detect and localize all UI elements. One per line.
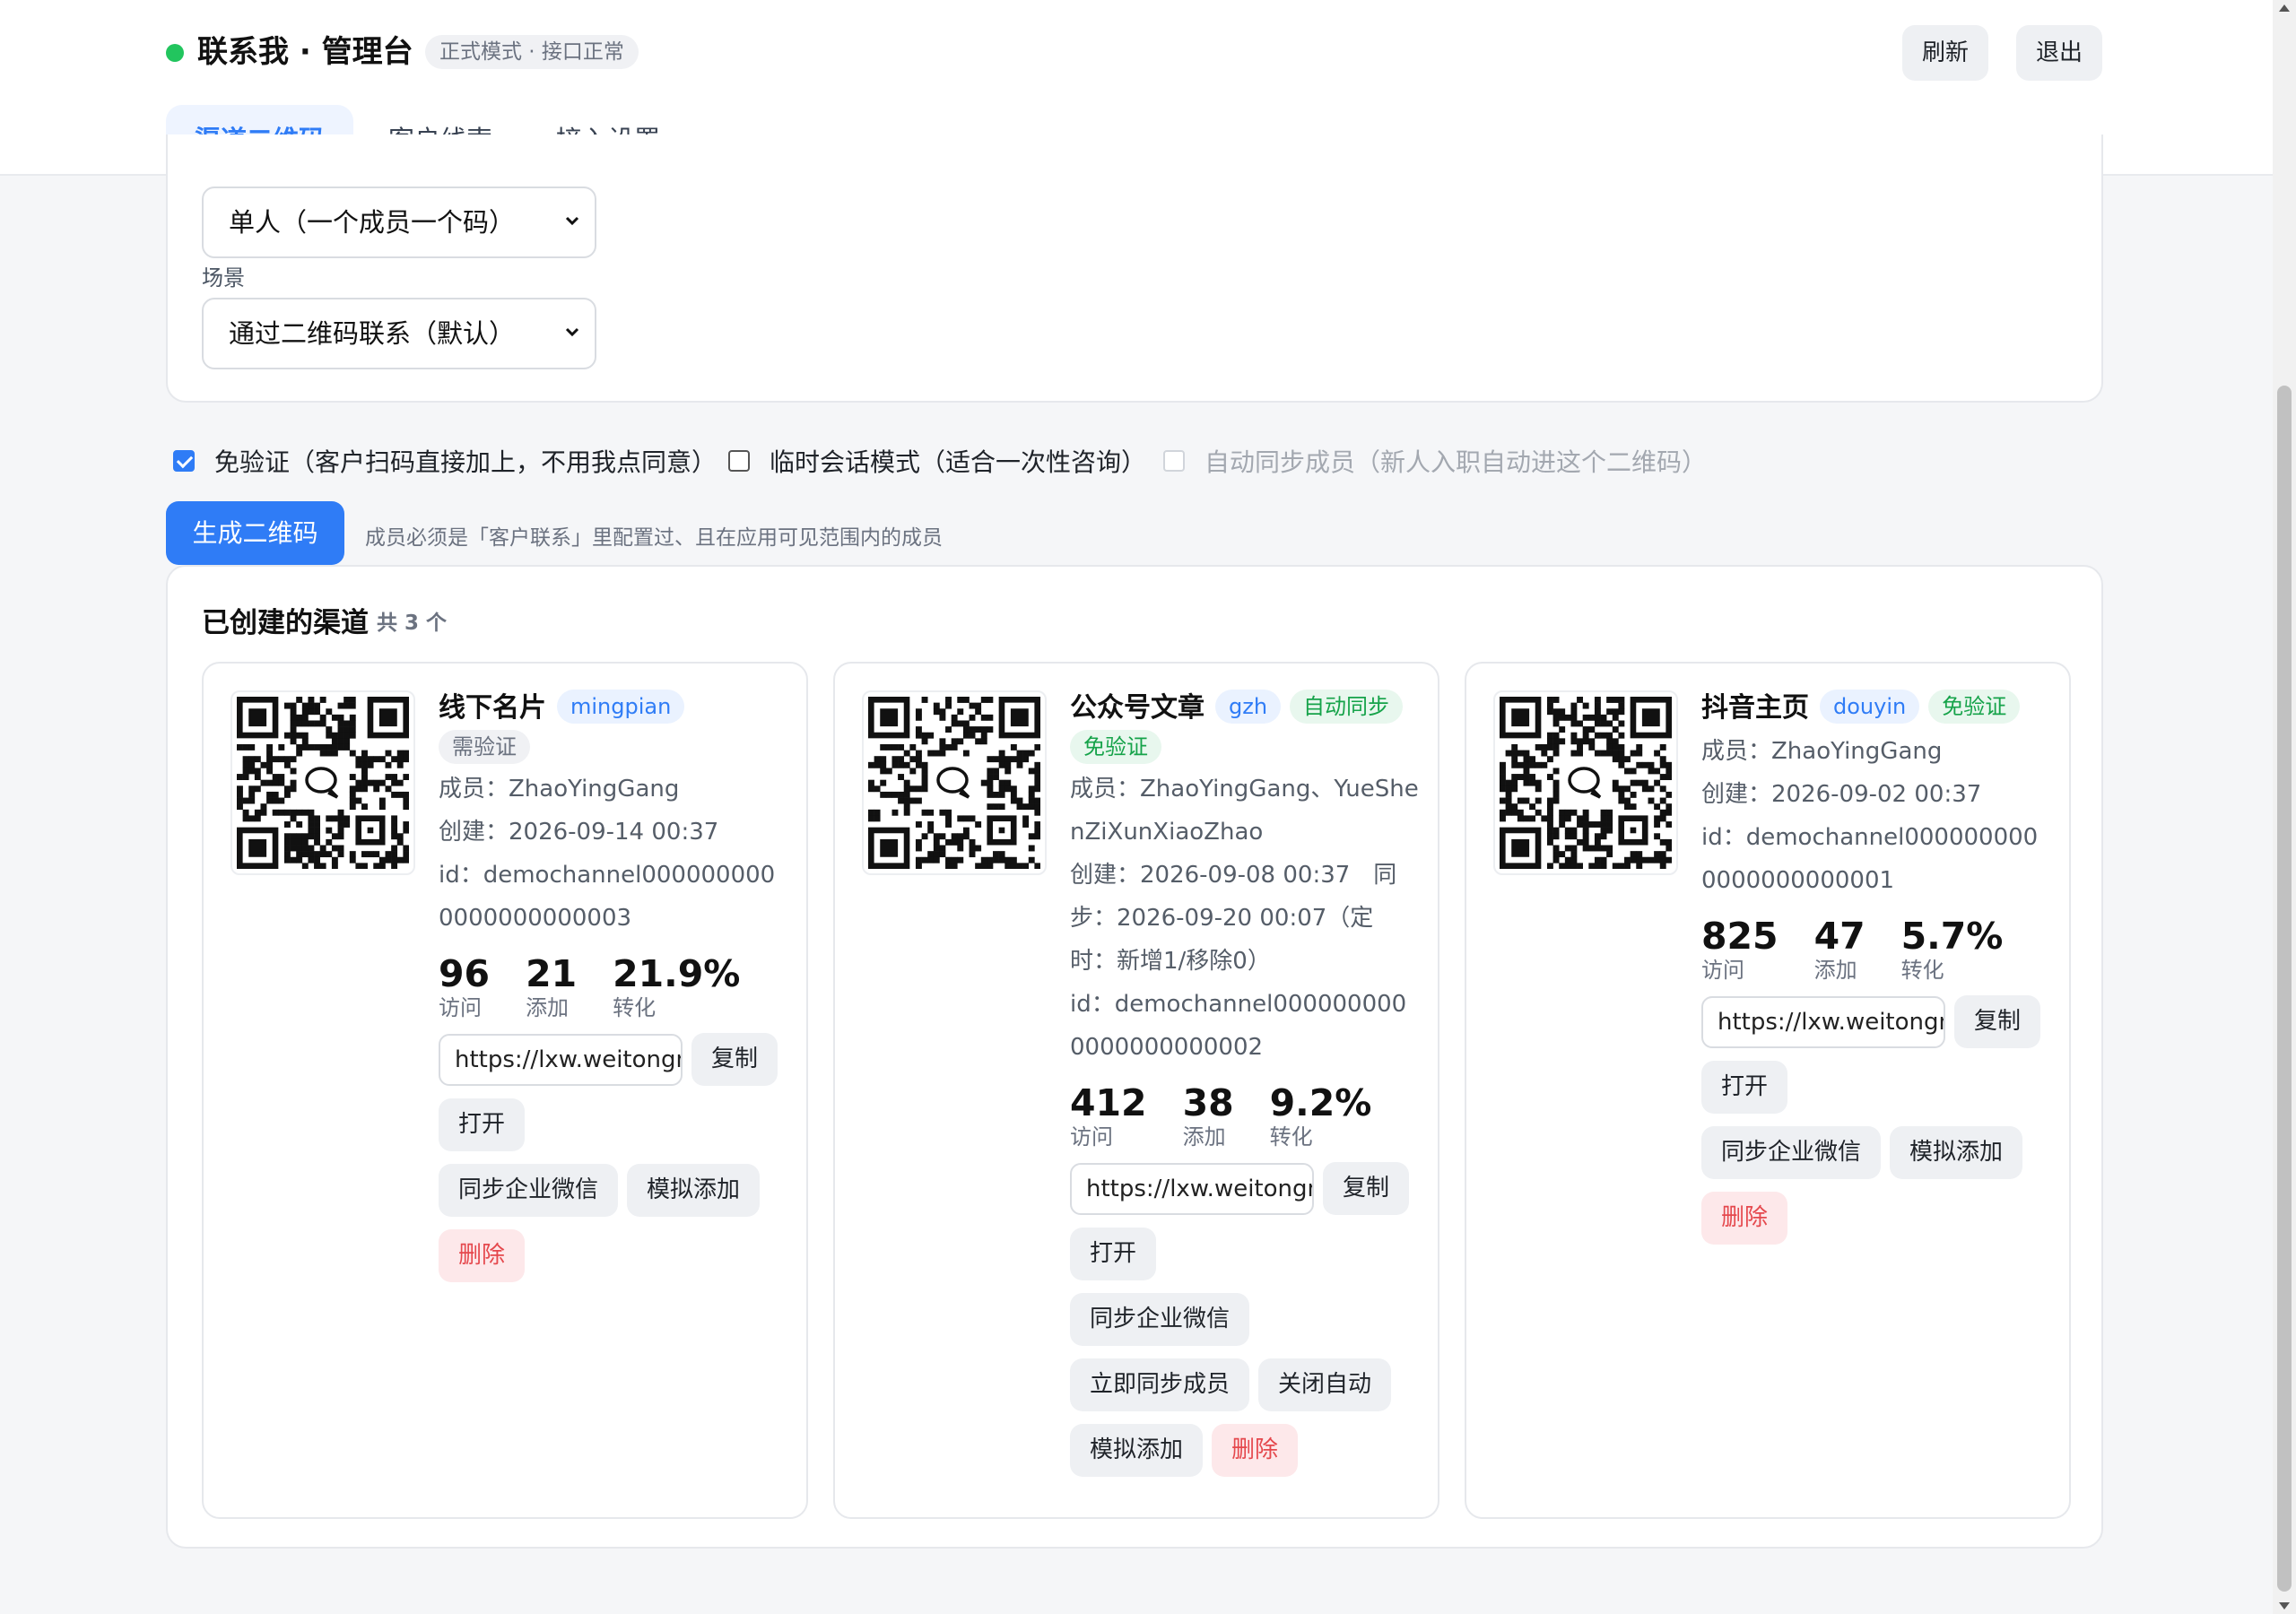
channel-id: id：demochannel0000000000000000000003	[439, 862, 776, 932]
qrcode-image	[862, 690, 1047, 875]
channel-name: 公众号文章	[1070, 692, 1205, 724]
temp-session-checkbox[interactable]	[728, 450, 750, 472]
mode-status-badge: 正式模式 · 接口正常	[425, 35, 639, 69]
temp-session-label: 临时会话模式（适合一次性咨询）	[770, 447, 1147, 477]
stat-visits-label: 访问	[1701, 958, 1744, 983]
channel-members: 成员：ZhaoYingGang	[439, 776, 680, 803]
copy-button[interactable]: 复制	[691, 1033, 778, 1086]
stat-visits: 96	[439, 952, 491, 995]
refresh-button[interactable]: 刷新	[1902, 25, 1989, 81]
scene-value: 通过二维码联系（默认）	[229, 318, 516, 349]
channel-members: 成员：ZhaoYingGang	[1701, 738, 1943, 765]
stat-conversion-label: 转化	[1269, 1124, 1313, 1150]
stat-adds: 21	[526, 952, 578, 995]
channel-card: 抖音主页 douyin 免验证 成员：ZhaoYingGang 创建：2026-…	[1465, 662, 2071, 1519]
chevron-down-icon	[565, 216, 579, 226]
channel-url-field[interactable]: https://lxw.weitongn	[439, 1033, 683, 1086]
admin-app: { "header": { "title": "联系我 · 管理台", "mod…	[0, 0, 2296, 1614]
channel-card: 线下名片 mingpian 需验证 成员：ZhaoYingGang 创建：202…	[202, 662, 808, 1519]
stat-conversion: 5.7%	[1900, 915, 2004, 958]
channel-list-section: 已创建的渠道 共 3 个 线下名片 mingpian 需验证 成员：ZhaoYi…	[166, 565, 2103, 1549]
sync-wecom-button[interactable]: 同步企业微信	[1070, 1293, 1250, 1346]
channel-created: 创建：2026-09-02 00:37	[1701, 781, 1982, 808]
channel-id: id：demochannel0000000000000000000001	[1701, 824, 2039, 894]
generate-hint: 成员必须是「客户联系」里配置过、且在应用可见范围内的成员	[365, 526, 943, 550]
chevron-down-icon	[565, 327, 579, 337]
auto-sync-checkbox	[1163, 450, 1185, 472]
simulate-add-button[interactable]: 模拟添加	[1070, 1424, 1204, 1477]
sync-wecom-button[interactable]: 同步企业微信	[1701, 1126, 1882, 1179]
section-title: 已创建的渠道	[202, 607, 369, 639]
create-channel-form: 单人（一个成员一个码） 场景 通过二维码联系（默认）	[166, 134, 2103, 403]
auto-sync-tag: 自动同步	[1290, 690, 1404, 724]
open-button[interactable]: 打开	[1701, 1061, 1788, 1114]
stat-visits-label: 访问	[439, 995, 482, 1020]
stat-conversion-label: 转化	[1900, 958, 1944, 983]
logout-button[interactable]: 退出	[2016, 25, 2103, 81]
member-type-value: 单人（一个成员一个码）	[229, 207, 516, 238]
stat-conversion: 9.2%	[1269, 1081, 1372, 1124]
stat-visits: 412	[1070, 1081, 1147, 1124]
stat-conversion-label: 转化	[613, 995, 657, 1020]
member-type-select[interactable]: 单人（一个成员一个码）	[202, 187, 596, 258]
channel-name: 线下名片	[439, 692, 546, 724]
page-scrollbar[interactable]	[2273, 0, 2296, 1614]
generate-qrcode-button[interactable]: 生成二维码	[166, 501, 344, 565]
scene-label: 场景	[202, 265, 245, 291]
channel-count: 共 3 个	[377, 612, 448, 635]
channel-url-field[interactable]: https://lxw.weitongn	[1701, 995, 1945, 1048]
scroll-up-arrow-icon[interactable]	[2279, 4, 2290, 12]
app-title: 联系我 · 管理台	[197, 34, 413, 70]
scene-select[interactable]: 通过二维码联系（默认）	[202, 298, 596, 369]
channel-code-tag: douyin	[1820, 690, 1920, 724]
delete-button[interactable]: 删除	[439, 1229, 526, 1282]
channel-members: 成员：ZhaoYingGang、YueShenZiXunXiaoZhao	[1070, 776, 1419, 846]
stat-adds: 47	[1813, 915, 1866, 958]
scroll-down-arrow-icon[interactable]	[2279, 1602, 2290, 1610]
stat-conversion: 21.9%	[613, 952, 741, 995]
option-auto-sync: 自动同步成员（新人入职自动进这个二维码）	[1163, 441, 1707, 481]
qrcode-image	[1493, 690, 1678, 875]
channel-id: id：demochannel0000000000000000000002	[1070, 991, 1407, 1061]
copy-button[interactable]: 复制	[1954, 995, 2041, 1048]
delete-button[interactable]: 删除	[1212, 1424, 1299, 1477]
skip-verify-label: 免验证（客户扫码直接加上，不用我点同意）	[214, 447, 718, 477]
stat-adds-label: 添加	[1813, 958, 1857, 983]
status-dot-icon	[166, 44, 184, 62]
option-skip-verify[interactable]: 免验证（客户扫码直接加上，不用我点同意）	[173, 441, 717, 481]
channel-created: 创建：2026-09-14 00:37	[439, 819, 719, 846]
verify-tag: 免验证	[1070, 730, 1161, 764]
open-button[interactable]: 打开	[439, 1098, 526, 1151]
sync-wecom-button[interactable]: 同步企业微信	[439, 1164, 619, 1217]
scrollbar-thumb[interactable]	[2277, 386, 2292, 1592]
stat-adds: 38	[1182, 1081, 1234, 1124]
stat-visits: 825	[1701, 915, 1779, 958]
skip-verify-checkbox[interactable]	[173, 450, 195, 472]
verify-tag: 需验证	[439, 730, 530, 764]
stat-visits-label: 访问	[1070, 1124, 1113, 1150]
channel-url-field[interactable]: https://lxw.weitongn	[1070, 1162, 1314, 1215]
channel-code-tag: mingpian	[557, 690, 685, 724]
delete-button[interactable]: 删除	[1701, 1192, 1788, 1245]
simulate-add-button[interactable]: 模拟添加	[1890, 1126, 2023, 1179]
stat-adds-label: 添加	[526, 995, 570, 1020]
sync-members-now-button[interactable]: 立即同步成员	[1070, 1358, 1250, 1411]
verify-tag: 免验证	[1928, 690, 2021, 724]
simulate-add-button[interactable]: 模拟添加	[627, 1164, 761, 1217]
auto-sync-label: 自动同步成员（新人入职自动进这个二维码）	[1205, 447, 1708, 477]
stat-adds-label: 添加	[1182, 1124, 1226, 1150]
close-auto-sync-button[interactable]: 关闭自动	[1258, 1358, 1392, 1411]
channel-created: 创建：2026-09-08 00:37 同步：2026-09-20 00:07（…	[1070, 862, 1397, 975]
channel-name: 抖音主页	[1701, 692, 1809, 724]
copy-button[interactable]: 复制	[1323, 1162, 1410, 1215]
open-button[interactable]: 打开	[1070, 1228, 1157, 1280]
qrcode-image	[230, 690, 415, 875]
option-temp-session[interactable]: 临时会话模式（适合一次性咨询）	[728, 441, 1146, 481]
channel-card: 公众号文章 gzh 自动同步 免验证 成员：ZhaoYingGang、YueSh…	[833, 662, 1439, 1519]
channel-code-tag: gzh	[1215, 690, 1282, 724]
